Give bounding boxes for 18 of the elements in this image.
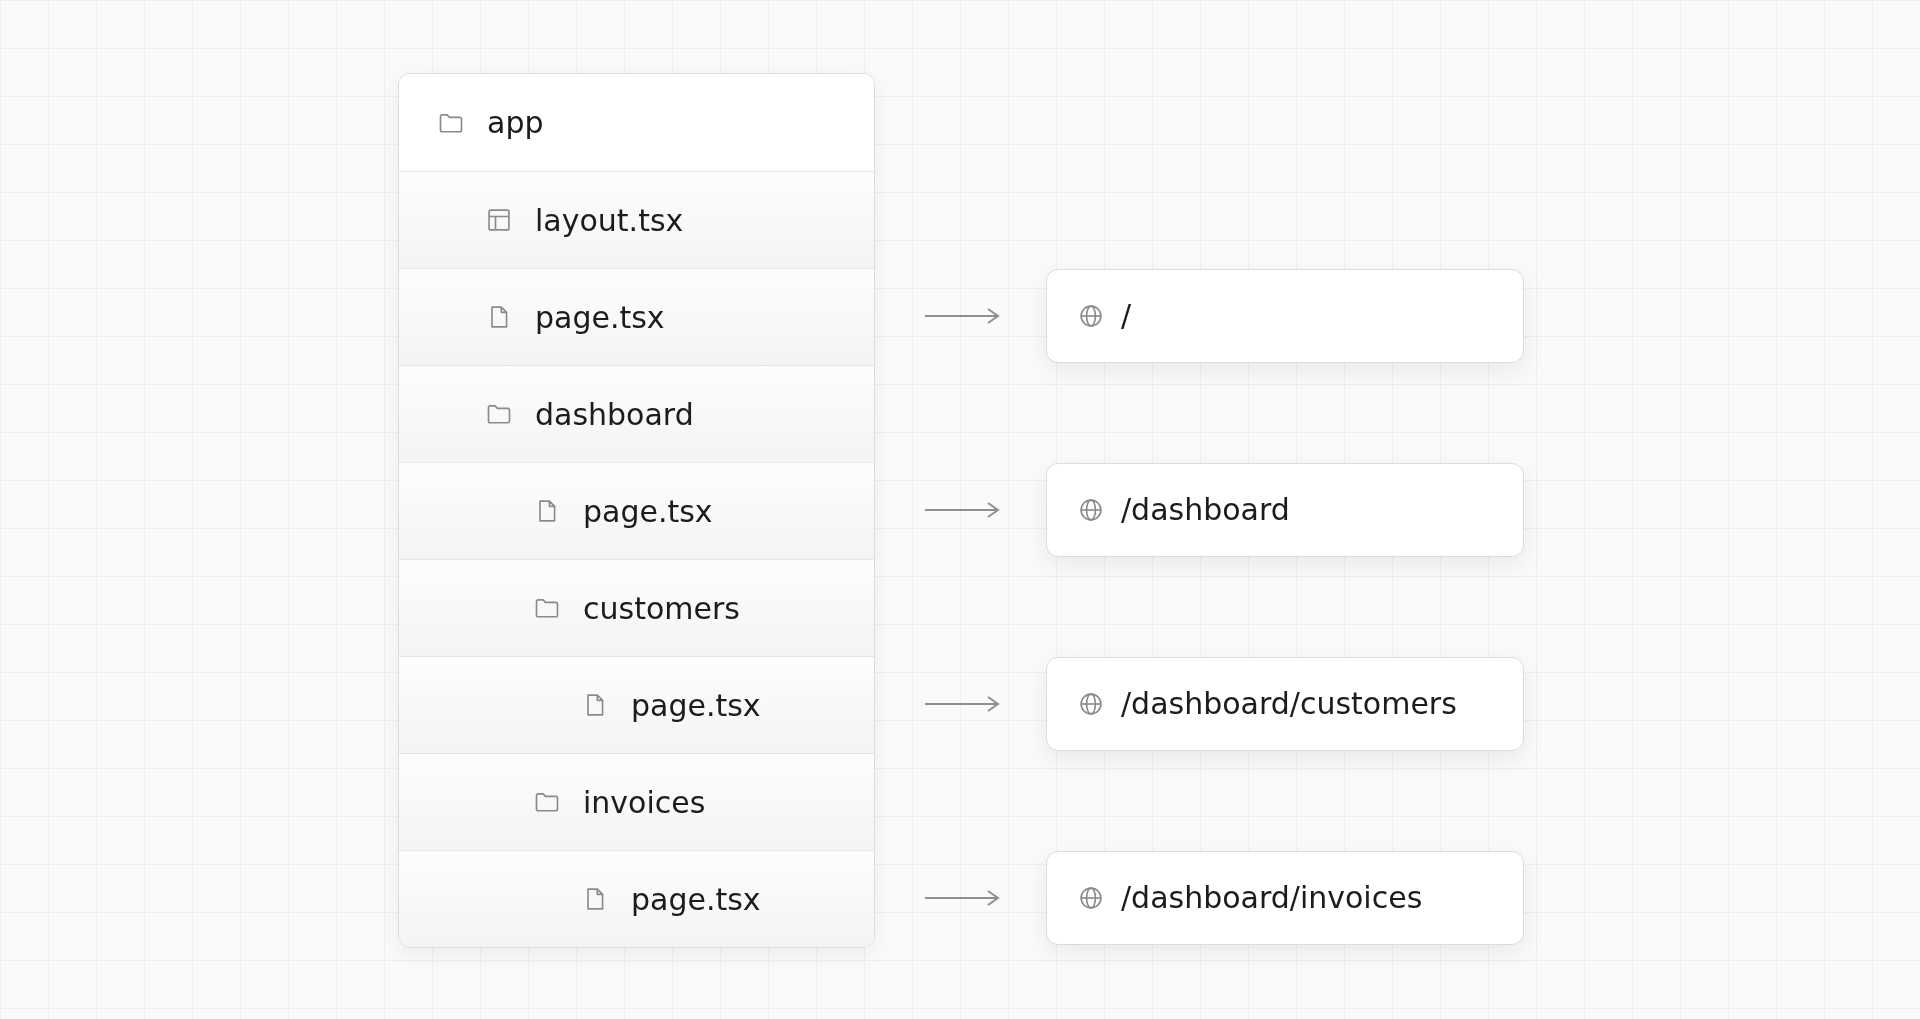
arrow-icon xyxy=(924,305,1000,326)
layout-icon xyxy=(485,206,513,234)
arrow-icon xyxy=(924,693,1000,714)
route-path: / xyxy=(1121,298,1132,333)
file-name: customers xyxy=(583,590,740,626)
file-name: app xyxy=(487,105,544,140)
route-path: /dashboard/customers xyxy=(1121,686,1457,721)
file-name: page.tsx xyxy=(535,299,665,335)
route-path: /dashboard/invoices xyxy=(1121,880,1423,915)
arrow-icon xyxy=(924,499,1000,520)
file-name: layout.tsx xyxy=(535,202,684,238)
file-name: dashboard xyxy=(535,396,694,432)
file-name: invoices xyxy=(583,784,706,820)
arrow-icon xyxy=(924,887,1000,908)
file-name: page.tsx xyxy=(583,493,713,529)
file-name: page.tsx xyxy=(631,687,761,723)
route-path: /dashboard xyxy=(1121,492,1290,527)
file-name: page.tsx xyxy=(631,881,761,917)
